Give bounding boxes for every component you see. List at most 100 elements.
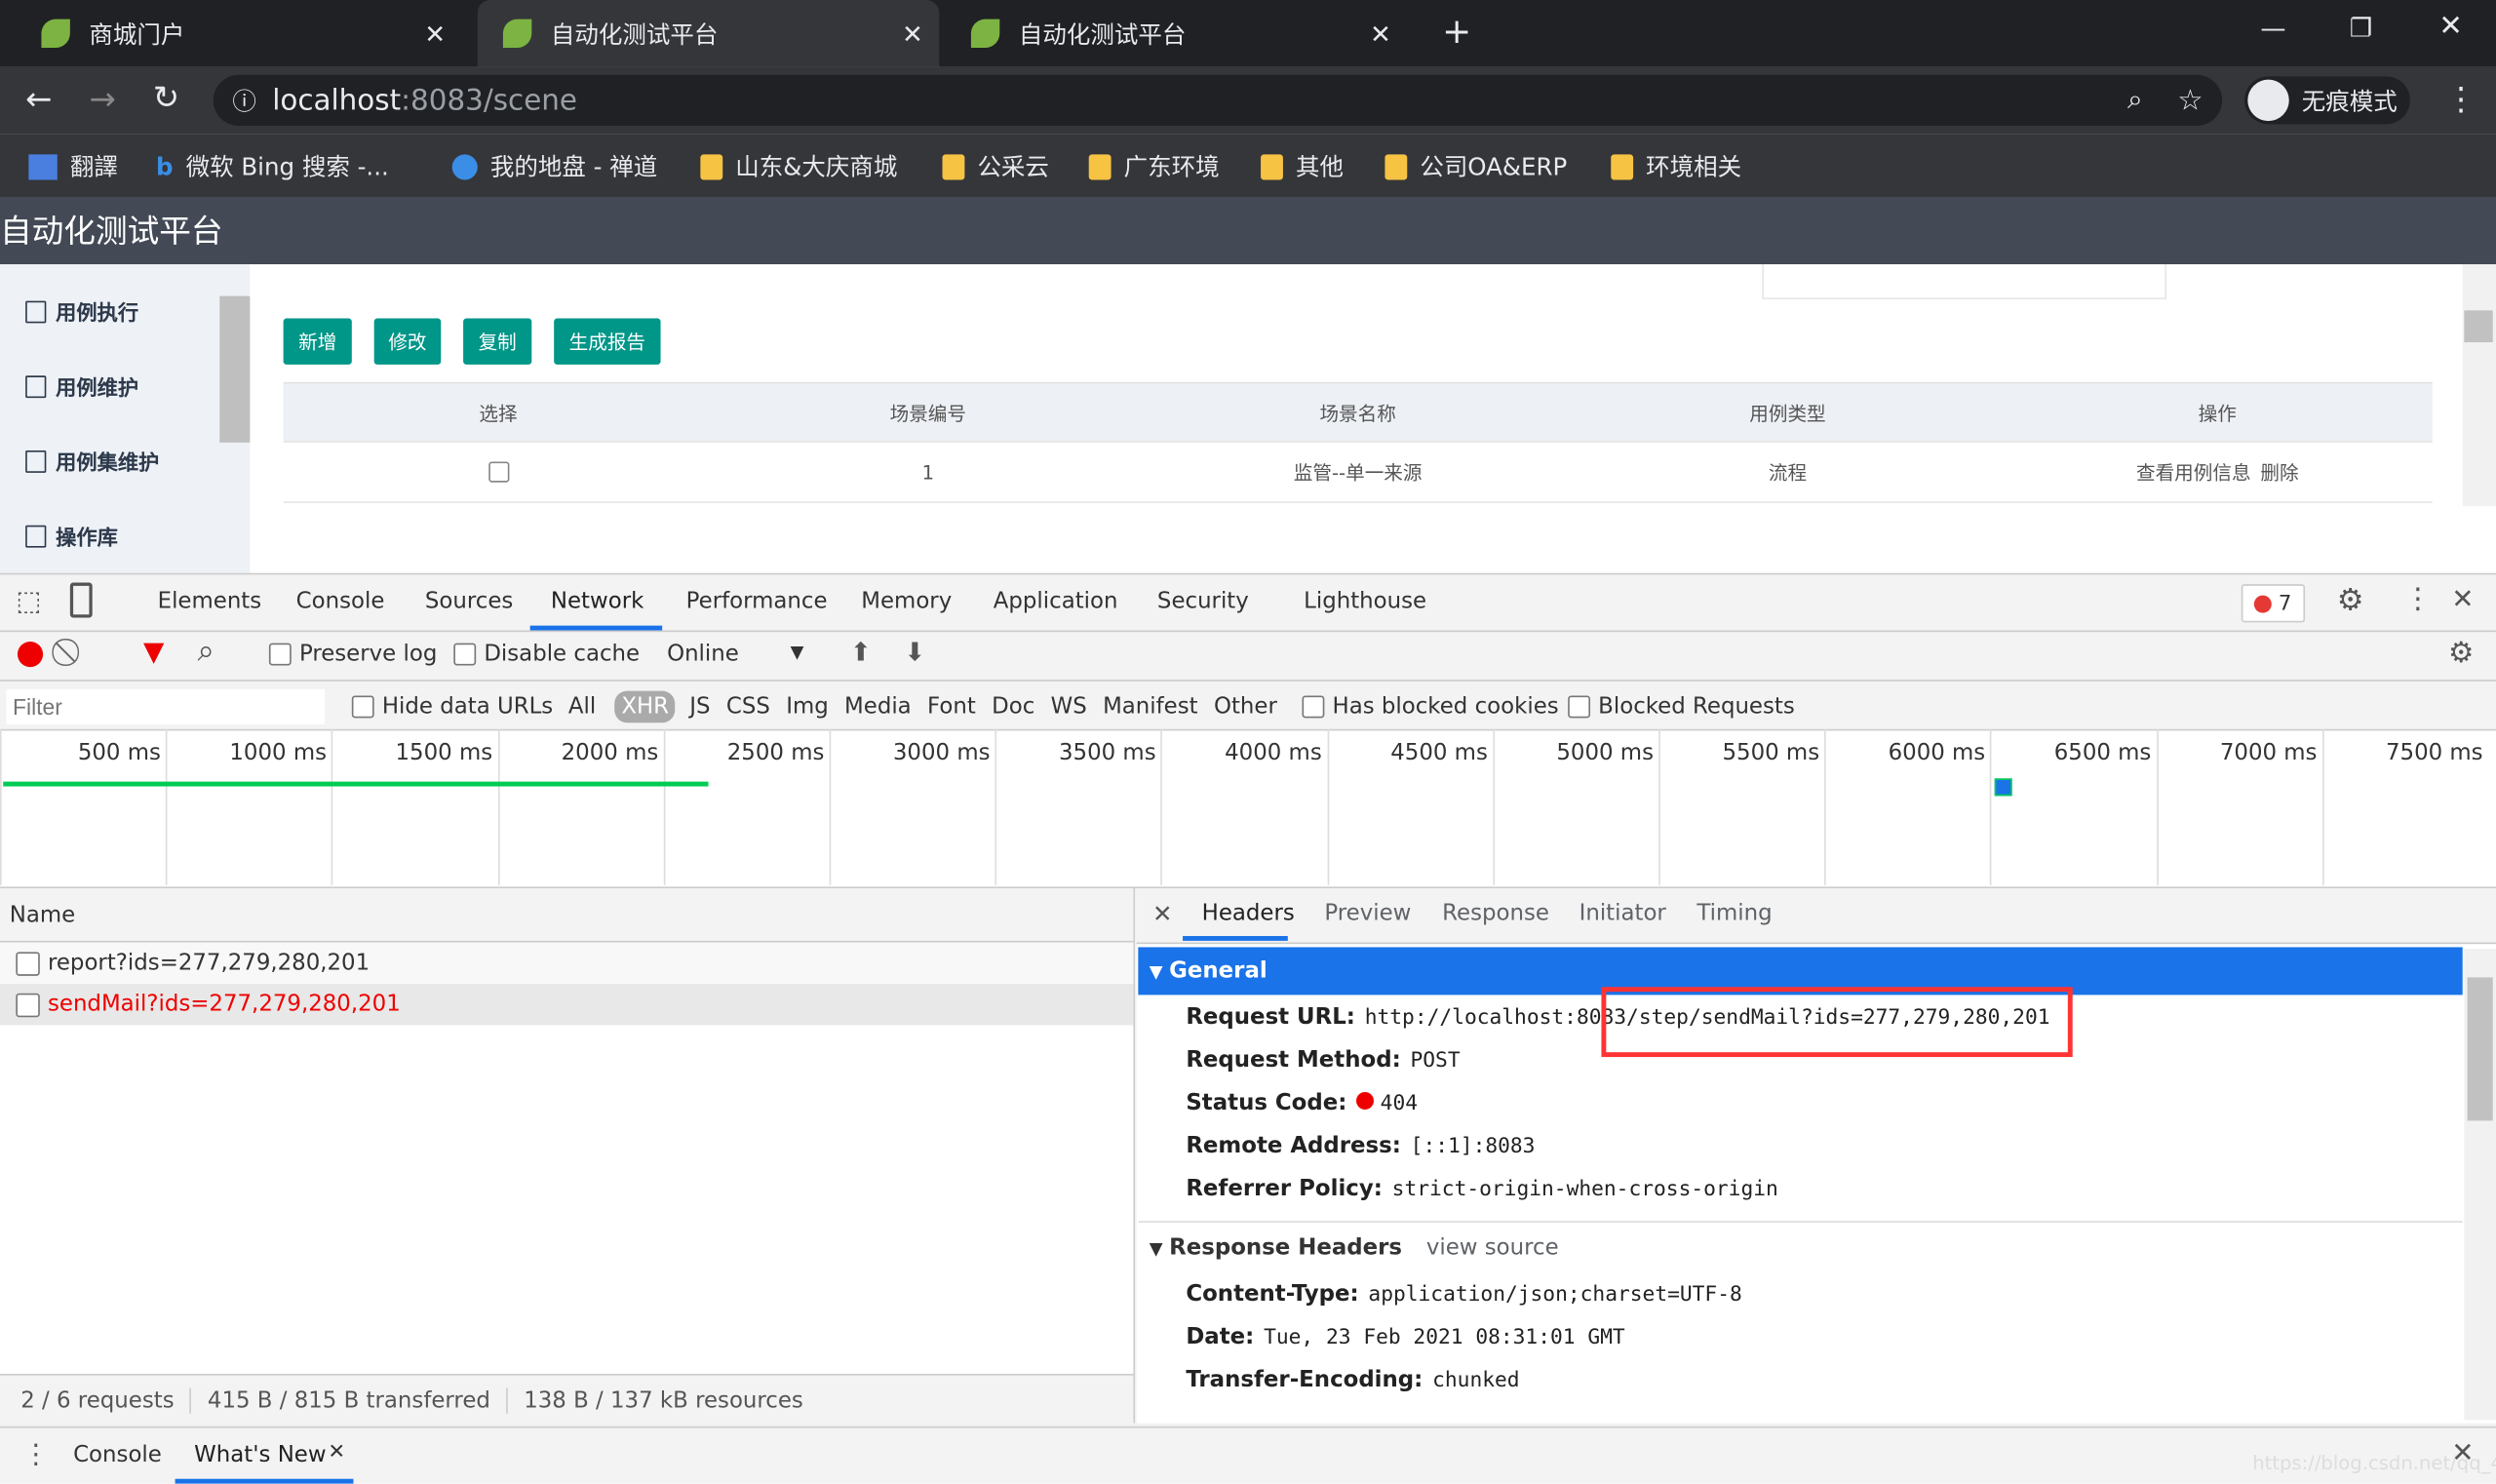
filter-input[interactable] <box>6 688 326 724</box>
settings-icon[interactable]: ⚙ <box>2337 583 2364 618</box>
name-column-header[interactable]: Name <box>0 888 1134 943</box>
browser-tab-active[interactable]: 自动化测试平台 ✕ <box>477 0 940 67</box>
close-devtools-icon[interactable]: ✕ <box>2451 584 2474 616</box>
bookmark-folder[interactable]: 广东环境 <box>1088 149 1220 182</box>
drawer-tab-console[interactable]: Console <box>73 1442 162 1467</box>
tab-performance[interactable]: Performance <box>686 589 828 614</box>
chevron-down-icon: ▼ <box>790 641 804 663</box>
bookmark-folder[interactable]: 环境相关 <box>1611 149 1741 182</box>
more-icon[interactable]: ⋮ <box>2403 583 2432 616</box>
bookmark-folder[interactable]: 公司OA&ERP <box>1384 149 1567 182</box>
bookmark[interactable]: 我的地盘 - 禅道 <box>451 149 657 182</box>
sidebar-scrollbar[interactable] <box>219 295 251 443</box>
throttle-select[interactable]: Online ▼ <box>667 642 803 667</box>
tab-lighthouse[interactable]: Lighthouse <box>1304 589 1426 614</box>
tab-elements[interactable]: Elements <box>158 589 262 614</box>
has-blocked-cookies-checkbox[interactable]: Has blocked cookies <box>1302 694 1559 720</box>
star-icon[interactable]: ☆ <box>2177 84 2203 117</box>
new-tab-button[interactable]: + <box>1442 13 1471 53</box>
close-drawer-icon[interactable]: ✕ <box>2451 1437 2474 1469</box>
tab-application[interactable]: Application <box>994 589 1118 614</box>
view-case-link[interactable]: 查看用例信息 <box>2136 458 2251 486</box>
sidebar-item[interactable]: 用例执行 <box>25 296 138 327</box>
reload-icon[interactable]: ↻ <box>153 78 179 116</box>
tab-response[interactable]: Response <box>1442 901 1549 926</box>
incognito-button[interactable]: 无痕模式 <box>2244 76 2410 125</box>
back-icon[interactable]: ← <box>25 80 52 118</box>
close-tab-icon[interactable]: ✕ <box>424 19 446 49</box>
device-toolbar-icon[interactable] <box>69 582 93 618</box>
close-tab-icon[interactable]: ✕ <box>1370 19 1391 49</box>
tab-initiator[interactable]: Initiator <box>1580 901 1666 926</box>
inspect-icon[interactable]: ⬚ <box>16 586 41 618</box>
restore-button[interactable]: ❐ <box>2350 13 2372 43</box>
address-bar[interactable]: ⓘ localhost:8083/scene ⌕ ☆ <box>213 74 2223 126</box>
page-scrollbar[interactable] <box>2462 264 2496 507</box>
filter-media[interactable]: Media <box>837 694 919 722</box>
network-settings-icon[interactable]: ⚙ <box>2448 637 2474 670</box>
request-row-selected[interactable]: sendMail?ids=277,279,280,201 <box>0 983 1134 1026</box>
filter-js[interactable]: JS <box>682 694 719 722</box>
export-har-icon[interactable]: ⬇ <box>904 637 925 667</box>
tab-sources[interactable]: Sources <box>425 589 513 614</box>
filter-other[interactable]: Other <box>1206 694 1285 722</box>
tab-security[interactable]: Security <box>1157 589 1249 614</box>
bookmark[interactable]: 翻譯 <box>28 149 118 182</box>
copy-button[interactable]: 复制 <box>463 318 532 365</box>
delete-link[interactable]: 删除 <box>2260 458 2298 486</box>
filter-xhr[interactable]: XHR <box>614 690 676 723</box>
response-headers-section-header[interactable]: ▼ Response Headers <box>1150 1235 1402 1261</box>
tab-headers[interactable]: Headers <box>1202 901 1295 926</box>
bookmark-folder[interactable]: 公采云 <box>942 149 1049 182</box>
bookmark-folder[interactable]: 山东&大庆商城 <box>700 149 897 182</box>
add-button[interactable]: 新增 <box>283 318 352 365</box>
disable-cache-checkbox[interactable]: Disable cache <box>453 642 640 667</box>
tab-console[interactable]: Console <box>296 589 385 614</box>
view-source-link[interactable]: view source <box>1426 1235 1559 1261</box>
zoom-icon[interactable]: ⌕ <box>2127 85 2143 117</box>
close-tab-icon[interactable]: ✕ <box>328 1441 345 1464</box>
folder-icon <box>1611 153 1634 179</box>
close-details-icon[interactable]: ✕ <box>1152 899 1173 927</box>
tab-timing[interactable]: Timing <box>1696 901 1772 926</box>
filter-font[interactable]: Font <box>919 694 984 722</box>
incognito-icon <box>2247 79 2289 122</box>
edit-button[interactable]: 修改 <box>373 318 442 365</box>
row-checkbox[interactable] <box>488 461 509 483</box>
forward-icon[interactable]: → <box>89 80 115 118</box>
bookmark-folder[interactable]: 其他 <box>1261 149 1344 182</box>
filter-ws[interactable]: WS <box>1042 694 1094 722</box>
search-icon[interactable]: ⌕ <box>197 634 214 669</box>
bookmark[interactable]: b 微软 Bing 搜索 -... <box>156 149 389 182</box>
record-icon[interactable] <box>17 641 44 668</box>
close-window-button[interactable]: ✕ <box>2438 10 2463 43</box>
filter-css[interactable]: CSS <box>719 694 778 722</box>
drawer-tab-whats-new[interactable]: What's New <box>194 1442 326 1467</box>
blocked-requests-checkbox[interactable]: Blocked Requests <box>1568 694 1795 720</box>
filter-icon[interactable]: ▼ <box>143 637 164 669</box>
sidebar-item[interactable]: 操作库 <box>25 521 118 551</box>
request-row[interactable]: report?ids=277,279,280,201 <box>0 942 1134 984</box>
filter-manifest[interactable]: Manifest <box>1095 694 1206 722</box>
minimize-button[interactable]: — <box>2260 13 2285 43</box>
filter-all[interactable]: All <box>562 694 602 722</box>
browser-tab[interactable]: 自动化测试平台 ✕ <box>946 0 1407 67</box>
sidebar-item[interactable]: 用例维护 <box>25 371 138 401</box>
import-har-icon[interactable]: ⬆ <box>850 637 872 667</box>
menu-icon[interactable]: ⋮ <box>2445 80 2477 118</box>
browser-tab[interactable]: 商城门户 ✕ <box>0 0 461 67</box>
tab-preview[interactable]: Preview <box>1324 901 1411 926</box>
preserve-log-checkbox[interactable]: Preserve log <box>268 642 437 667</box>
filter-img[interactable]: Img <box>778 694 837 722</box>
close-tab-icon[interactable]: ✕ <box>902 19 923 49</box>
sidebar-item[interactable]: 用例集维护 <box>25 446 159 476</box>
generate-report-button[interactable]: 生成报告 <box>554 318 661 365</box>
hide-data-urls-checkbox[interactable]: Hide data URLs <box>351 694 553 720</box>
drawer-menu-icon[interactable]: ⋮ <box>22 1439 50 1471</box>
timeline-tick: 1000 ms <box>166 728 332 885</box>
details-scrollbar[interactable] <box>2464 949 2496 1421</box>
tab-network[interactable]: Network <box>551 589 644 614</box>
filter-doc[interactable]: Doc <box>984 694 1042 722</box>
tab-memory[interactable]: Memory <box>861 589 952 614</box>
error-badge[interactable]: 7 <box>2241 584 2306 623</box>
